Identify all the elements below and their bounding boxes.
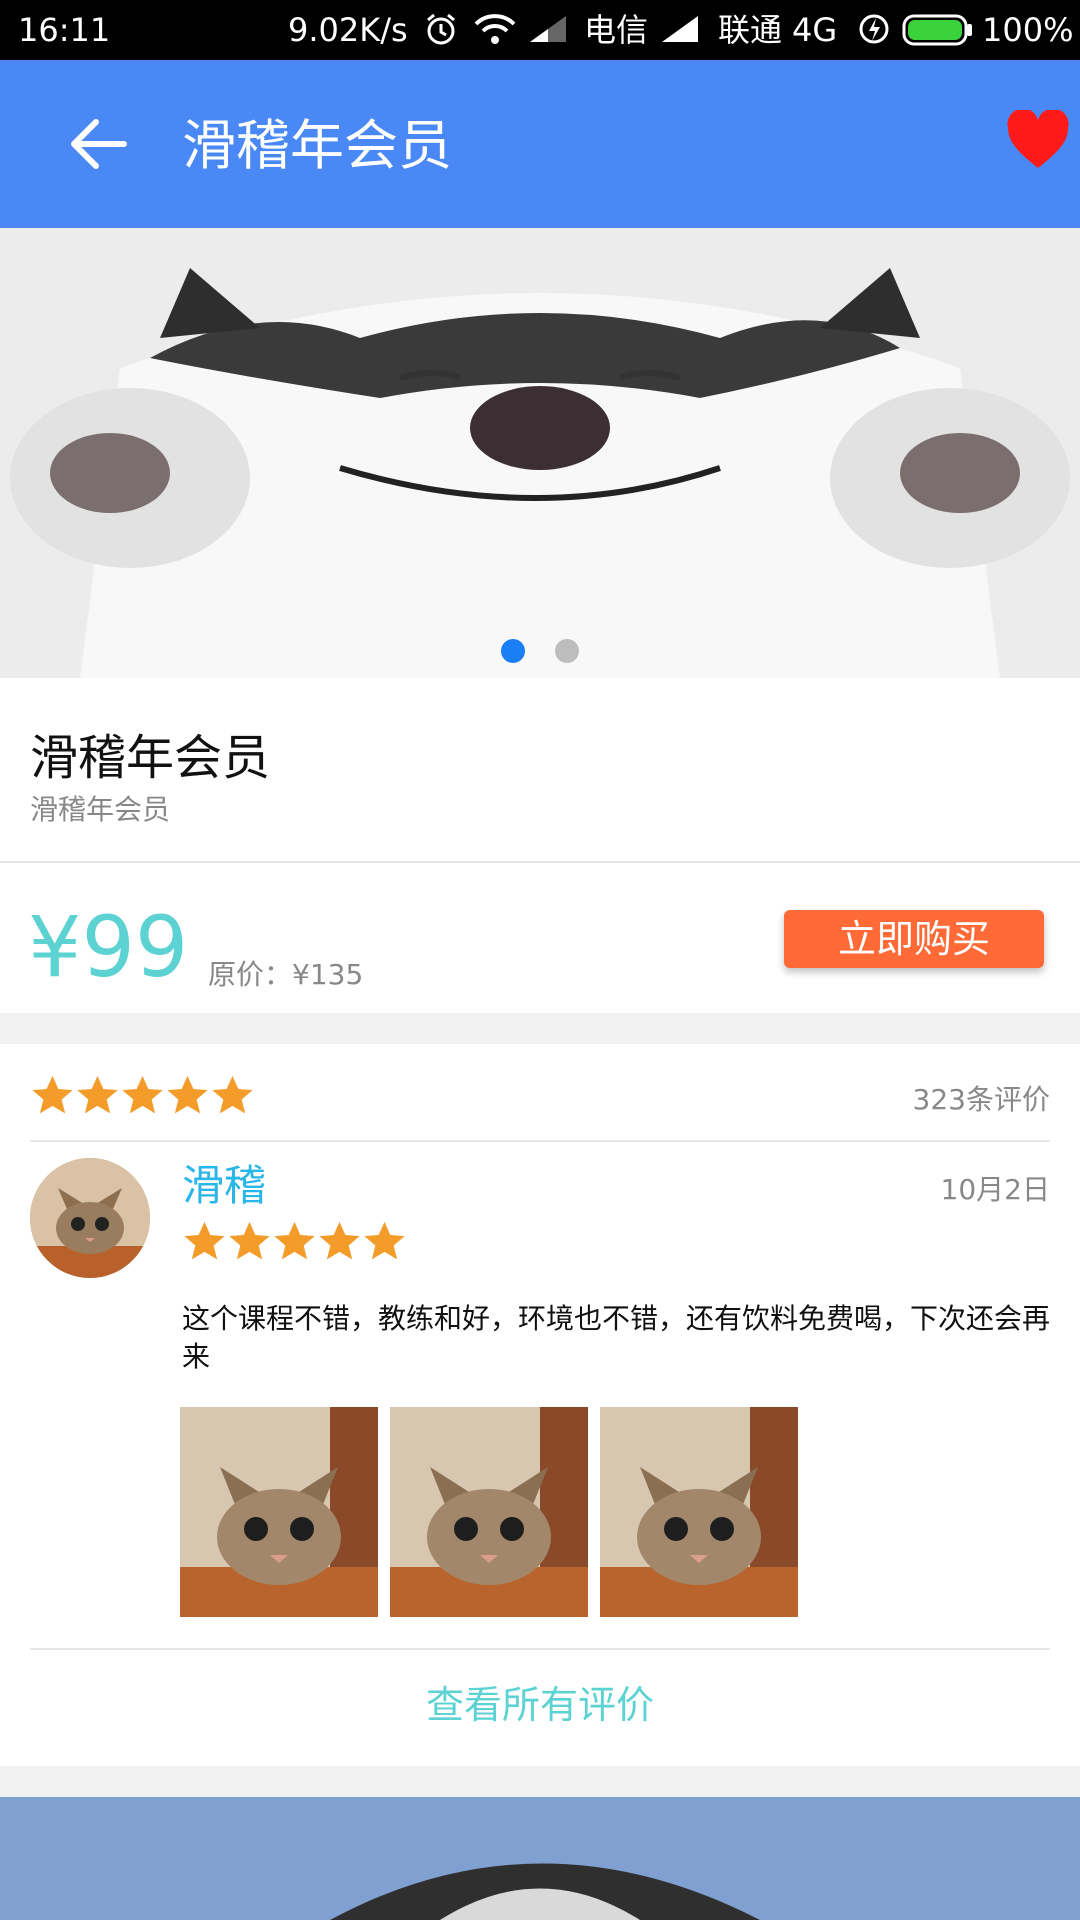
battery-icon: [902, 14, 974, 50]
review-rating: [182, 1220, 407, 1268]
charging-icon: [858, 12, 890, 50]
battery-percent: 100%: [982, 11, 1074, 49]
image-carousel[interactable]: [0, 228, 1080, 678]
heart-icon: [1007, 108, 1069, 168]
status-network: 4G: [792, 11, 838, 49]
carousel-dot-active[interactable]: [501, 639, 525, 663]
signal-icon: [660, 14, 700, 48]
overall-rating: [30, 1074, 255, 1122]
bottom-banner[interactable]: [0, 1797, 1080, 1920]
divider: [30, 1648, 1050, 1650]
product-subtitle: 滑稽年会员: [30, 793, 171, 826]
review-text: 这个课程不错，教练和好，环境也不错，还有饮料免费喝，下次还会再来: [182, 1302, 1051, 1373]
alarm-icon: [424, 12, 458, 50]
page-title: 滑稽年会员: [182, 114, 452, 177]
cat-avatar: [30, 1158, 150, 1278]
review-photo[interactable]: [390, 1407, 588, 1617]
star-icon: [32, 1075, 73, 1114]
reviews-section: [0, 1044, 1080, 1766]
star-icon: [229, 1221, 270, 1260]
cat-photo: [180, 1407, 378, 1617]
divider: [30, 1140, 1050, 1142]
wifi-icon: [474, 12, 516, 50]
star-icon: [319, 1221, 360, 1260]
star-icon: [77, 1075, 118, 1114]
back-button[interactable]: [62, 114, 132, 174]
star-icon: [274, 1221, 315, 1260]
carousel-dot[interactable]: [555, 639, 579, 663]
status-carrier1: 电信: [584, 11, 649, 49]
signal-icon: [528, 14, 568, 48]
original-price: 原价：¥135: [208, 958, 364, 991]
star-icon: [167, 1075, 208, 1114]
product-info: 滑稽年会员 滑稽年会员: [0, 678, 1080, 862]
cat-photo: [390, 1407, 588, 1617]
husky-puppy-photo: [0, 1797, 1080, 1920]
review-count[interactable]: 323条评价: [913, 1080, 1050, 1120]
status-speed: 9.02K/s: [288, 11, 408, 49]
buy-now-button[interactable]: 立即购买: [784, 910, 1044, 968]
app-bar: 滑稽年会员: [0, 60, 1080, 228]
arrow-left-icon: [71, 119, 127, 169]
status-bar: 16:11 9.02K/s 电信 联通 4G 100%: [0, 0, 1080, 60]
review-date: 10月2日: [940, 1173, 1050, 1206]
product-title: 滑稽年会员: [30, 730, 271, 786]
husky-dog-photo: [0, 228, 1080, 678]
star-icon: [184, 1221, 225, 1260]
current-price: ¥99: [28, 898, 189, 996]
star-icon: [364, 1221, 405, 1260]
avatar[interactable]: [30, 1158, 150, 1278]
status-time: 16:11: [18, 11, 111, 49]
status-carrier2: 联通: [718, 11, 783, 49]
review-username: 滑稽: [182, 1161, 267, 1210]
view-all-reviews-link[interactable]: 查看所有评价: [0, 1680, 1080, 1730]
favorite-button[interactable]: [1006, 108, 1070, 174]
star-icon: [212, 1075, 253, 1114]
review-photo[interactable]: [180, 1407, 378, 1617]
cat-photo: [600, 1407, 798, 1617]
review-photo[interactable]: [600, 1407, 798, 1617]
star-icon: [122, 1075, 163, 1114]
